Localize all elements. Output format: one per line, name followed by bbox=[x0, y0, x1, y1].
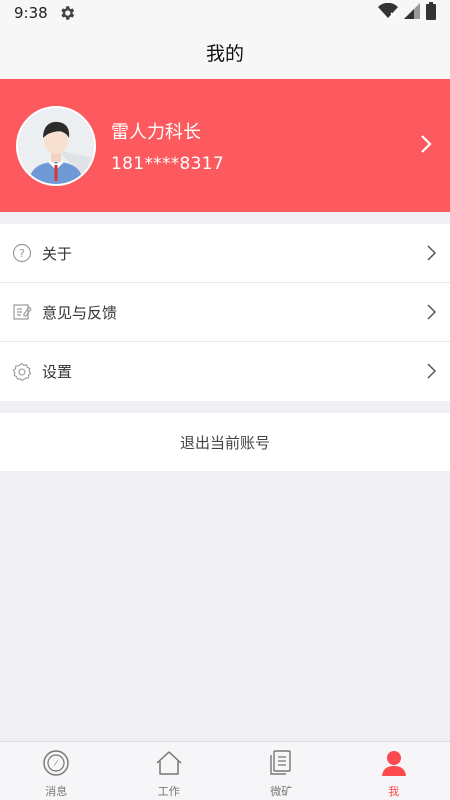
tab-label: 工作 bbox=[157, 785, 180, 798]
battery-icon bbox=[426, 2, 436, 24]
user-icon bbox=[379, 748, 409, 778]
home-icon bbox=[154, 748, 184, 778]
help-circle-icon: ? bbox=[12, 243, 32, 263]
page-title: 我的 bbox=[205, 43, 244, 65]
svg-text:?: ? bbox=[19, 247, 25, 260]
menu-item-settings[interactable]: 设置 bbox=[0, 342, 450, 401]
settings-notification-icon bbox=[58, 4, 76, 22]
title-bar: 我的 bbox=[0, 26, 450, 79]
profile-info: 雷人力科长 181****8317 bbox=[111, 118, 224, 174]
chevron-right-icon bbox=[427, 245, 437, 265]
settings-gear-icon bbox=[12, 362, 32, 382]
tab-weikuang[interactable]: 微矿 bbox=[225, 742, 338, 800]
profile-phone: 181****8317 bbox=[111, 153, 225, 174]
avatar bbox=[16, 105, 96, 186]
chevron-right-icon bbox=[420, 134, 432, 158]
menu-item-label: 设置 bbox=[42, 363, 73, 381]
menu-list: ? 关于 意见与反馈 设置 bbox=[0, 224, 450, 401]
profile-name: 雷人力科长 bbox=[111, 121, 201, 143]
tab-label: 我 bbox=[388, 785, 400, 798]
tab-bar: 消息 工作 微矿 我 bbox=[0, 741, 450, 800]
compass-icon bbox=[41, 748, 71, 778]
tab-messages[interactable]: 消息 bbox=[0, 742, 113, 800]
status-time: 9:38 bbox=[14, 4, 48, 22]
logout-label: 退出当前账号 bbox=[179, 433, 270, 452]
tab-me[interactable]: 我 bbox=[338, 742, 450, 800]
wifi-icon bbox=[378, 2, 398, 23]
tab-label: 消息 bbox=[45, 785, 68, 798]
profile-card[interactable]: 雷人力科长 181****8317 bbox=[0, 79, 450, 212]
feedback-icon bbox=[12, 302, 32, 322]
menu-item-feedback[interactable]: 意见与反馈 bbox=[0, 283, 450, 342]
document-icon bbox=[266, 748, 296, 778]
tab-work[interactable]: 工作 bbox=[113, 742, 226, 800]
tab-label: 微矿 bbox=[270, 785, 293, 798]
signal-icon bbox=[404, 3, 420, 23]
status-right-icons bbox=[378, 2, 436, 24]
menu-item-about[interactable]: ? 关于 bbox=[0, 224, 450, 283]
menu-item-label: 关于 bbox=[42, 244, 73, 263]
chevron-right-icon bbox=[427, 304, 437, 324]
menu-item-label: 意见与反馈 bbox=[42, 303, 118, 322]
logout-button[interactable]: 退出当前账号 bbox=[0, 413, 450, 471]
status-bar: 9:38 bbox=[0, 0, 450, 26]
chevron-right-icon bbox=[427, 363, 437, 383]
